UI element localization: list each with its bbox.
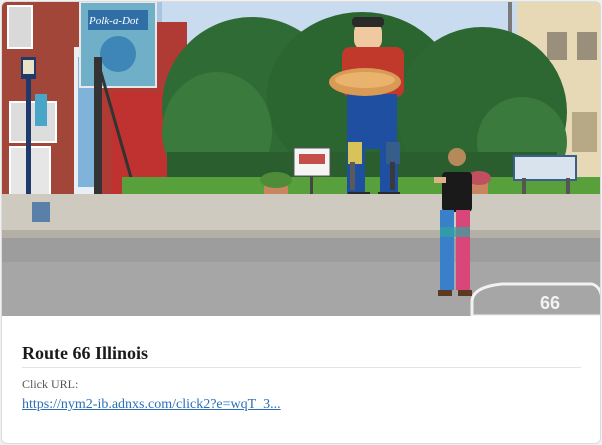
bag-on-sidewalk <box>32 202 50 222</box>
click-url-label: Click URL: <box>22 377 79 391</box>
click-url-link[interactable]: https://nym2-ib.adnxs.com/click2?e=wqT_3… <box>22 396 281 414</box>
road-lighter <box>2 262 600 316</box>
sidewalk <box>2 194 600 236</box>
road-shield-number: 66 <box>540 293 560 313</box>
curb <box>2 230 600 238</box>
mural-sign-text: Polk-a-Dot <box>88 15 139 27</box>
ad-card[interactable]: Polk-a-Dot 66 Route 66 Illinois Click UR… <box>1 1 601 444</box>
ad-title: Route 66 Illinois <box>22 342 581 368</box>
ad-photo[interactable]: Polk-a-Dot 66 <box>2 2 600 316</box>
route66-photo-image: Polk-a-Dot 66 <box>2 2 600 316</box>
ad-info: Route 66 Illinois Click URL: https://nym… <box>2 316 600 443</box>
